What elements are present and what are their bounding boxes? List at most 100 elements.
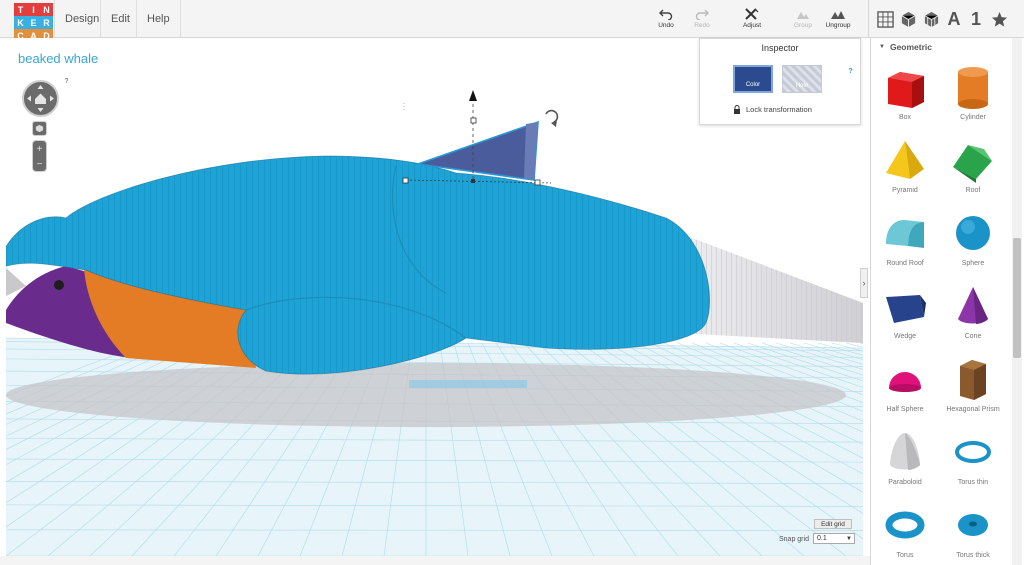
scrollbar-thumb[interactable]: [1013, 238, 1021, 358]
shape-item-paraboloid[interactable]: Paraboloid: [873, 427, 937, 497]
undo-button[interactable]: Undo: [646, 8, 686, 36]
shape-item-box[interactable]: Box: [873, 62, 937, 132]
shape-label: Hexagonal Prism: [946, 406, 1000, 413]
category-label: Geometric: [889, 42, 932, 52]
dropdown-arrow-icon: ▼: [846, 535, 852, 542]
shape-item-half-sphere[interactable]: Half Sphere: [873, 354, 937, 424]
shape-label: Wedge: [893, 333, 917, 340]
undo-icon: [659, 9, 673, 20]
cone-icon: [958, 287, 988, 324]
zoom-in-button[interactable]: +: [33, 142, 46, 156]
logo-letter: K: [14, 16, 27, 29]
wedge-icon: [886, 295, 926, 323]
bottom-edge: [0, 556, 870, 565]
shape-label: Half Sphere: [886, 406, 924, 413]
hole-swatch-button[interactable]: Hole: [782, 65, 822, 93]
favorites-button[interactable]: [989, 9, 1009, 29]
toolbar-divider: [868, 0, 869, 38]
cube-icon: [901, 11, 915, 27]
shape-label: Round Roof: [886, 260, 924, 267]
shape-item-hexagonal-prism[interactable]: Hexagonal Prism: [941, 354, 1005, 424]
half-sphere-icon: [889, 372, 921, 392]
ungroup-button[interactable]: Ungroup: [818, 8, 858, 36]
shape-item-round-roof[interactable]: Round Roof: [873, 208, 937, 278]
roof-icon: [953, 145, 992, 183]
shape-item-pyramid[interactable]: Pyramid: [873, 135, 937, 205]
adjust-icon: [745, 8, 759, 20]
color-swatch-button[interactable]: Color: [733, 65, 773, 93]
paraboloid-icon: [890, 433, 920, 470]
panel-collapse-handle[interactable]: ›: [860, 268, 868, 298]
grid-icon: [876, 10, 894, 28]
panel-scrollbar[interactable]: [1012, 38, 1022, 565]
lock-transformation-label: Lock transformation: [746, 105, 812, 114]
menu-help[interactable]: Help: [136, 0, 181, 38]
grid-view-button[interactable]: [875, 9, 895, 29]
shape-item-roof[interactable]: Roof: [941, 135, 1005, 205]
inspector-help-icon[interactable]: ?: [846, 67, 855, 76]
geometric-category-header[interactable]: ▼ Geometric: [879, 42, 932, 52]
logo-letter: T: [14, 3, 27, 16]
view-cube-button[interactable]: [32, 121, 47, 136]
snap-grid-value: 0.1: [817, 535, 827, 542]
group-button[interactable]: Group: [783, 8, 823, 36]
shape-label: Sphere: [961, 260, 985, 267]
color-label: Color: [745, 82, 761, 88]
group-label: Group: [793, 22, 813, 29]
triangle-down-icon: ▼: [879, 44, 885, 50]
menu-edit[interactable]: Edit: [100, 0, 140, 38]
shape-item-sphere[interactable]: Sphere: [941, 208, 1005, 278]
hole-label: Hole: [795, 83, 809, 89]
view-cube-icon: [35, 124, 44, 133]
inspector-title: Inspector: [761, 43, 799, 53]
adjust-button[interactable]: Adjust: [732, 8, 772, 36]
torus-thick-icon: [958, 514, 988, 536]
gear-cube-icon: [924, 11, 938, 27]
group-icon: [797, 12, 809, 19]
shape-label: Cylinder: [960, 114, 986, 121]
logo-letter: N: [40, 3, 53, 16]
design-title[interactable]: beaked whale: [18, 51, 98, 66]
redo-icon: [695, 9, 709, 20]
lock-transformation-toggle[interactable]: Lock transformation: [733, 105, 812, 114]
shape-item-wedge[interactable]: Wedge: [873, 281, 937, 351]
zoom-control: + −: [32, 140, 47, 172]
model-shadow: [6, 363, 846, 427]
undo-label: Undo: [658, 22, 674, 29]
text-tool-button[interactable]: A: [944, 9, 964, 29]
hexagonal-prism-icon: [960, 360, 986, 400]
tinkercad-logo[interactable]: TINKERCAD: [14, 3, 54, 42]
torus-icon: [885, 511, 925, 539]
shape-label: Cone: [964, 333, 982, 340]
logo-letter: I: [27, 3, 40, 16]
star-icon: [991, 11, 1007, 27]
orbit-control[interactable]: [22, 80, 59, 117]
number-tool-button[interactable]: 1: [966, 9, 986, 29]
box-icon: [888, 72, 924, 108]
shape-view-button[interactable]: [898, 9, 918, 29]
zoom-out-button[interactable]: −: [33, 157, 46, 171]
shape-item-torus[interactable]: Torus: [873, 500, 937, 565]
view-help-icon[interactable]: ?: [62, 77, 71, 86]
redo-button[interactable]: Redo: [682, 8, 722, 36]
snap-grid-select[interactable]: 0.1 ▼: [813, 533, 855, 544]
shape-item-cone[interactable]: Cone: [941, 281, 1005, 351]
ungroup-label: Ungroup: [825, 22, 851, 29]
chevron-right-icon: ›: [862, 278, 866, 288]
component-view-button[interactable]: [921, 9, 941, 29]
torus-thin-icon: [955, 441, 991, 463]
inspector-panel: Inspector Color Hole ? Lock transformati…: [699, 38, 861, 125]
shape-label: Box: [898, 114, 912, 121]
shape-item-torus-thin[interactable]: Torus thin: [941, 427, 1005, 497]
lock-icon: [734, 105, 740, 114]
shape-item-torus-thick[interactable]: Torus thick: [941, 500, 1005, 565]
ungroup-icon: [831, 11, 845, 19]
snap-grid-label: Snap grid: [779, 536, 809, 543]
home-icon: [27, 85, 54, 112]
logo-letter: E: [27, 16, 40, 29]
shape-label: Torus thick: [956, 552, 990, 559]
shape-item-cylinder[interactable]: Cylinder: [941, 62, 1005, 132]
pyramid-icon: [886, 141, 924, 179]
edit-grid-button[interactable]: Edit grid: [814, 519, 852, 529]
round-roof-icon: [886, 220, 924, 248]
